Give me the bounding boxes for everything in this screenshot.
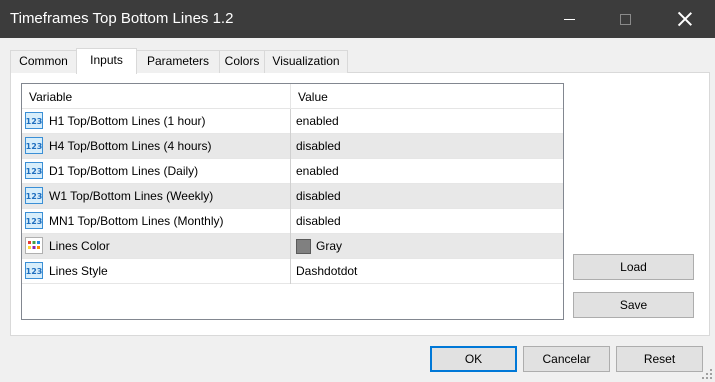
svg-text:123: 123 (26, 192, 43, 201)
tab-colors[interactable]: Colors (219, 50, 265, 73)
tab-parameters[interactable]: Parameters (136, 50, 220, 73)
maximize-icon (619, 13, 631, 25)
window-title: Timeframes Top Bottom Lines 1.2 (10, 10, 234, 27)
numeric-123-icon: 123 (25, 137, 43, 154)
resize-grip-icon[interactable] (701, 368, 713, 380)
title-bar: Timeframes Top Bottom Lines 1.2 (0, 0, 715, 38)
svg-text:123: 123 (26, 217, 43, 226)
variable-value[interactable]: disabled (296, 184, 341, 209)
numeric-123-icon: 123 (25, 162, 43, 179)
save-button[interactable]: Save (573, 292, 694, 318)
variable-value[interactable]: enabled (296, 109, 339, 134)
close-button[interactable] (662, 0, 708, 38)
variable-name: D1 Top/Bottom Lines (Daily) (49, 164, 199, 178)
close-icon (678, 12, 692, 26)
table-row[interactable]: 123 H1 Top/Bottom Lines (1 hour) enabled (22, 109, 563, 134)
variable-value[interactable]: disabled (296, 209, 341, 234)
column-header-value[interactable]: Value (298, 84, 328, 109)
table-row[interactable]: Lines Color Gray (22, 234, 563, 259)
variable-name: MN1 Top/Bottom Lines (Monthly) (49, 214, 224, 228)
variable-value[interactable]: enabled (296, 159, 339, 184)
inputs-grid: Variable Value 123 H1 Top/Bottom Lines (… (21, 83, 564, 320)
svg-text:123: 123 (26, 117, 43, 126)
numeric-123-icon: 123 (25, 262, 43, 279)
minimize-icon (563, 18, 575, 20)
minimize-button[interactable] (546, 0, 592, 38)
variable-name: W1 Top/Bottom Lines (Weekly) (49, 189, 214, 203)
variable-name: H4 Top/Bottom Lines (4 hours) (49, 139, 212, 153)
variable-name: Lines Style (49, 264, 108, 278)
tab-visualization[interactable]: Visualization (264, 50, 348, 73)
column-header-variable[interactable]: Variable (29, 84, 72, 109)
numeric-123-icon: 123 (25, 187, 43, 204)
svg-text:123: 123 (26, 142, 43, 151)
grid-header: Variable Value (22, 84, 563, 109)
variable-name: H1 Top/Bottom Lines (1 hour) (49, 114, 206, 128)
variable-value[interactable]: Gray (316, 234, 342, 259)
numeric-123-icon: 123 (25, 112, 43, 129)
table-row[interactable]: 123 W1 Top/Bottom Lines (Weekly) disable… (22, 184, 563, 209)
table-row[interactable]: 123 D1 Top/Bottom Lines (Daily) enabled (22, 159, 563, 184)
column-divider[interactable] (290, 84, 291, 109)
tab-common[interactable]: Common (10, 50, 77, 73)
ok-button[interactable]: OK (430, 346, 517, 372)
svg-text:123: 123 (26, 167, 43, 176)
variable-value[interactable]: Dashdotdot (296, 259, 357, 284)
variable-name: Lines Color (49, 239, 110, 253)
color-swatch[interactable] (296, 239, 311, 254)
tab-inputs[interactable]: Inputs (76, 48, 137, 74)
reset-button[interactable]: Reset (616, 346, 703, 372)
cancel-button[interactable]: Cancelar (523, 346, 610, 372)
maximize-button (602, 0, 648, 38)
table-row[interactable]: 123 Lines Style Dashdotdot (22, 259, 563, 284)
numeric-123-icon: 123 (25, 212, 43, 229)
load-button[interactable]: Load (573, 254, 694, 280)
svg-text:123: 123 (26, 267, 43, 276)
table-row[interactable]: 123 MN1 Top/Bottom Lines (Monthly) disab… (22, 209, 563, 234)
table-row[interactable]: 123 H4 Top/Bottom Lines (4 hours) disabl… (22, 134, 563, 159)
color-palette-icon (25, 237, 43, 254)
variable-value[interactable]: disabled (296, 134, 341, 159)
